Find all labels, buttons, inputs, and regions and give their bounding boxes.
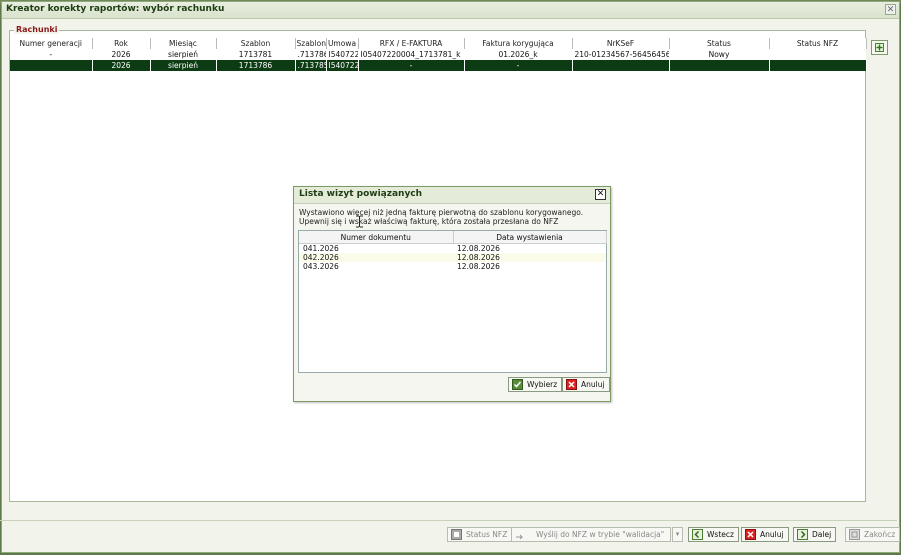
col-header-month[interactable]: Miesiąc bbox=[150, 38, 217, 49]
col-header-generation[interactable]: Numer generacji bbox=[10, 38, 93, 49]
send-options-dropdown[interactable]: ▾ bbox=[672, 527, 683, 542]
list-item[interactable]: 043.2026 12.08.2026 bbox=[299, 262, 606, 271]
finish-button-label: Zakończ bbox=[864, 530, 896, 539]
cell-correction-invoice: - bbox=[464, 60, 573, 71]
cell-month: sierpień bbox=[150, 60, 217, 71]
chevron-down-icon: ▾ bbox=[675, 530, 680, 538]
list-item[interactable]: 041.2026 12.08.2026 bbox=[299, 244, 606, 253]
cell-month: sierpień bbox=[150, 49, 216, 60]
status-nfz-button-label: Status NFZ bbox=[466, 530, 508, 539]
status-icon bbox=[451, 529, 462, 540]
document-number: 042.2026 bbox=[299, 253, 453, 262]
accounts-group-legend: Rachunki bbox=[14, 25, 60, 34]
invoice-list-header: Numer dokumentu Data wystawienia bbox=[299, 231, 607, 244]
select-button-label: Wybierz bbox=[527, 380, 558, 389]
invoice-list-table: Numer dokumentu Data wystawienia 041.202… bbox=[299, 231, 607, 271]
cell-status: Nowy bbox=[669, 49, 769, 60]
accounts-table: Numer generacji Rok Miesiąc Szablon Szab… bbox=[10, 38, 867, 71]
finish-icon bbox=[849, 529, 860, 540]
window-titlebar: Kreator korekty raportów: wybór rachunku… bbox=[2, 2, 899, 19]
dialog-message-line-1: Wystawiono więcej niż jedną fakturę pier… bbox=[299, 208, 584, 217]
col-header-correction-invoice[interactable]: Faktura korygująca bbox=[464, 38, 573, 49]
cell-correction-invoice: 01.2026_k bbox=[464, 49, 572, 60]
dialog-message-line-2: Upewnij się i wskaż właściwą fakturę, kt… bbox=[299, 217, 559, 226]
issue-date: 12.08.2026 bbox=[453, 253, 606, 262]
cell-contract: I540722 bbox=[326, 60, 359, 71]
document-number: 043.2026 bbox=[303, 262, 339, 271]
col-header-ksef[interactable]: NrKSeF bbox=[572, 38, 670, 49]
col-header-year[interactable]: Rok bbox=[92, 38, 151, 49]
cell-ksef bbox=[572, 60, 670, 71]
back-button[interactable]: Wstecz bbox=[688, 527, 739, 542]
cancel-x-icon bbox=[566, 379, 577, 390]
plus-icon bbox=[875, 43, 884, 52]
col-header-rfx[interactable]: RFX / E-FAKTURA bbox=[358, 38, 465, 49]
dialog-cancel-button-label: Anuluj bbox=[581, 380, 605, 389]
cell-template-2: .713786 bbox=[295, 49, 326, 60]
cancel-x-icon bbox=[745, 529, 756, 540]
dialog-message: Wystawiono więcej niż jedną fakturę pier… bbox=[299, 208, 605, 226]
document-number: 041.2026 bbox=[303, 244, 339, 253]
dialog-close-icon[interactable]: ✕ bbox=[595, 189, 606, 200]
cell-year: 2026 bbox=[92, 60, 151, 71]
back-arrow-icon bbox=[692, 529, 703, 540]
status-nfz-button[interactable]: Status NFZ bbox=[447, 527, 513, 542]
window-close-icon[interactable]: ✕ bbox=[885, 4, 896, 15]
dialog-title: Lista wizyt powiązanych bbox=[299, 189, 423, 199]
next-arrow-icon bbox=[797, 529, 808, 540]
cancel-button-label: Anuluj bbox=[760, 530, 784, 539]
col-header-template-2[interactable]: Szablon bbox=[295, 38, 327, 49]
window-title: Kreator korekty raportów: wybór rachunku bbox=[6, 4, 225, 14]
send-validation-button[interactable]: Wyślij do NFZ w trybie "walidacja" bbox=[511, 527, 671, 542]
next-button-label: Dalej bbox=[812, 530, 832, 539]
cell-rfx: - bbox=[358, 60, 465, 71]
cell-generation: - bbox=[10, 49, 92, 60]
cell-rfx: I05407220004_1713781_k bbox=[358, 49, 464, 60]
text-cursor-icon bbox=[356, 215, 363, 228]
dialog-titlebar: Lista wizyt powiązanych ✕ bbox=[294, 187, 610, 204]
cell-status-nfz bbox=[769, 60, 867, 71]
select-button[interactable]: Wybierz bbox=[508, 377, 563, 392]
back-button-label: Wstecz bbox=[707, 530, 734, 539]
add-row-button[interactable] bbox=[871, 40, 888, 55]
col-header-contract[interactable]: Umowa bbox=[326, 38, 359, 49]
issue-date: 12.08.2026 bbox=[457, 244, 500, 253]
send-arrow-icon bbox=[516, 534, 524, 540]
cell-template: 1713786 bbox=[216, 60, 296, 71]
cell-ksef: 210-01234567-56456456 bbox=[572, 49, 669, 60]
cell-status bbox=[669, 60, 770, 71]
col-header-template[interactable]: Szablon bbox=[216, 38, 296, 49]
col-header-document-number[interactable]: Numer dokumentu bbox=[299, 231, 454, 244]
check-icon bbox=[512, 379, 523, 390]
finish-button[interactable]: Zakończ bbox=[845, 527, 901, 542]
invoice-list[interactable]: Numer dokumentu Data wystawienia 041.202… bbox=[298, 230, 607, 373]
linked-visits-dialog: Lista wizyt powiązanych ✕ Wystawiono wię… bbox=[293, 186, 611, 402]
list-item[interactable]: 042.2026 12.08.2026 bbox=[299, 253, 606, 262]
col-header-status[interactable]: Status bbox=[669, 38, 770, 49]
cell-template-2: .713785 bbox=[295, 60, 327, 71]
cell-year: 2026 bbox=[92, 49, 150, 60]
cell-template: 1713781 bbox=[216, 49, 295, 60]
table-header-row: Numer generacji Rok Miesiąc Szablon Szab… bbox=[10, 38, 867, 49]
cancel-button[interactable]: Anuluj bbox=[741, 527, 789, 542]
cell-contract: I540722 bbox=[326, 49, 358, 60]
cell-generation bbox=[10, 60, 93, 71]
cell-status-nfz bbox=[769, 49, 866, 60]
next-button[interactable]: Dalej bbox=[793, 527, 837, 542]
col-header-issue-date[interactable]: Data wystawienia bbox=[453, 231, 607, 244]
send-validation-button-label: Wyślij do NFZ w trybie "walidacja" bbox=[536, 530, 665, 539]
dialog-cancel-button[interactable]: Anuluj bbox=[562, 377, 610, 392]
col-header-status-nfz[interactable]: Status NFZ bbox=[769, 38, 867, 49]
table-row[interactable]: - 2026 sierpień 1713781 .713786 I540722 … bbox=[10, 49, 866, 60]
table-row-selected[interactable]: 2026 sierpień 1713786 .713785 I540722 - … bbox=[10, 60, 867, 71]
issue-date: 12.08.2026 bbox=[457, 262, 500, 271]
